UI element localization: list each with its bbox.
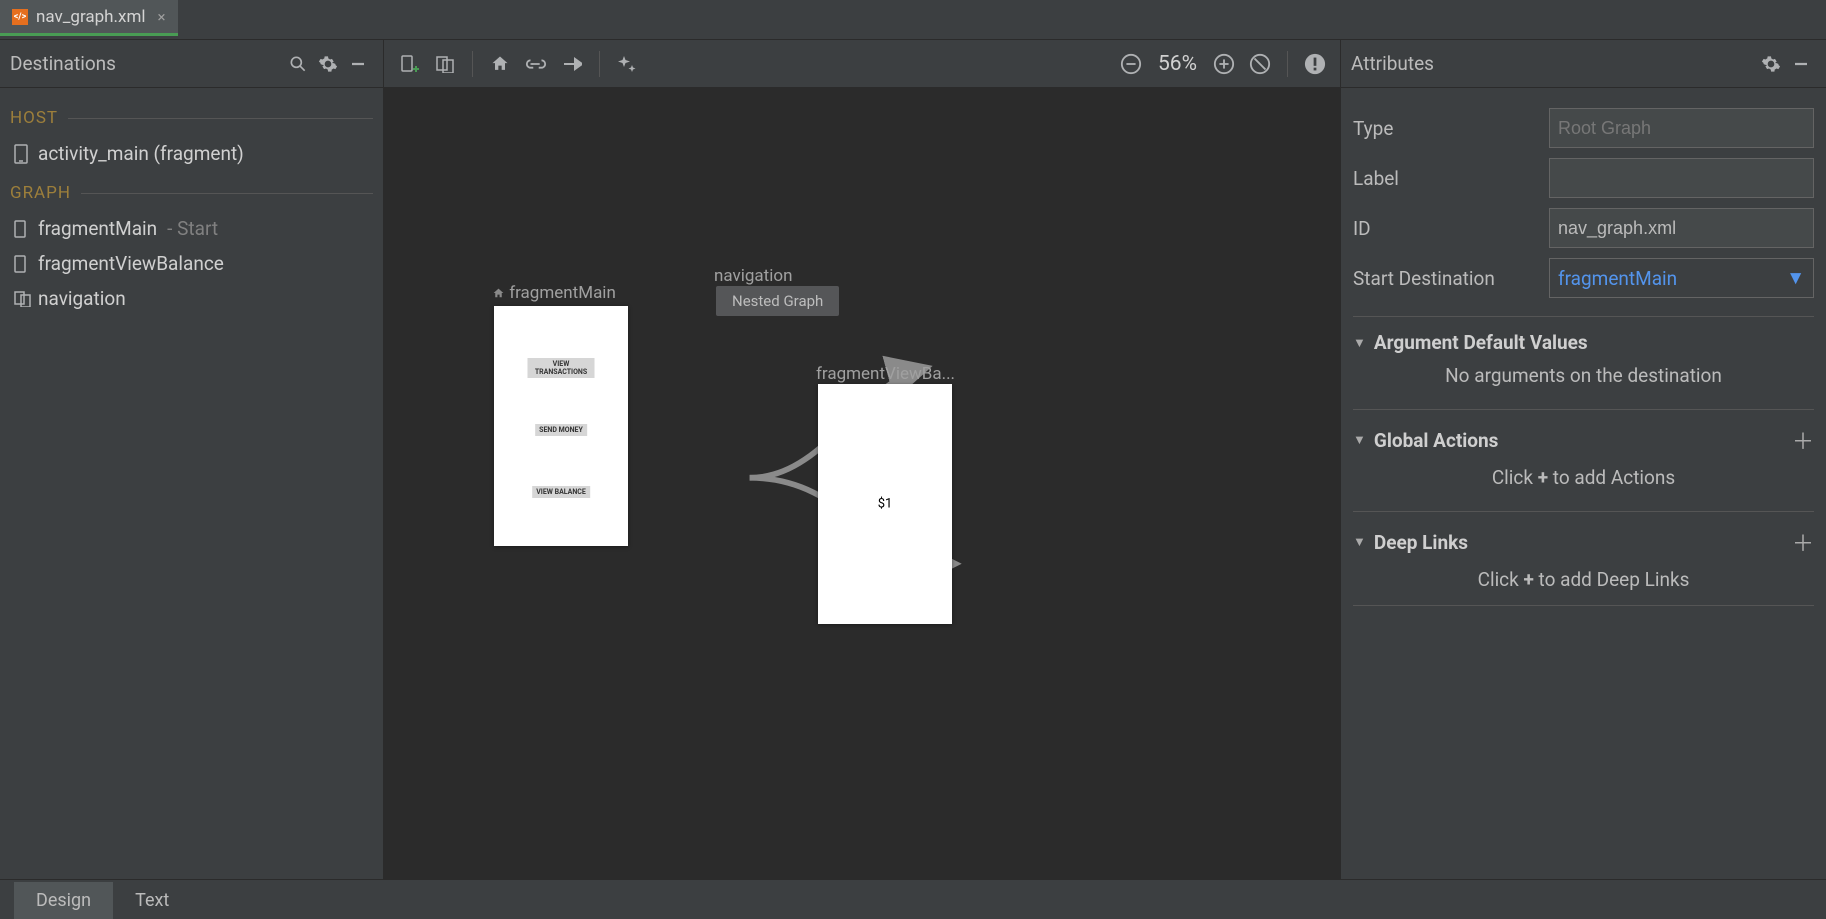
deep-links-hint: Click + to add Deep Links	[1353, 558, 1814, 606]
graph-section-label: GRAPH	[10, 183, 373, 203]
balance-value: $1	[878, 497, 893, 512]
attributes-panel: Attributes Type Label ID Start Desti	[1340, 40, 1826, 879]
toolbar-separator	[599, 51, 600, 77]
attr-id-label: ID	[1353, 217, 1539, 240]
toolbar-separator	[472, 51, 473, 77]
fragmentviewbalance-label: fragmentViewBa...	[816, 364, 955, 384]
xml-file-icon: </>	[12, 9, 28, 25]
sparkle-icon[interactable]	[612, 49, 642, 79]
fragmentmain-label: fragmentMain	[492, 283, 616, 303]
attr-label-label: Label	[1353, 167, 1539, 190]
zoom-in-icon[interactable]	[1209, 49, 1239, 79]
fragmentmain-preview[interactable]: VIEW TRANSACTIONS SEND MONEY VIEW BALANC…	[494, 306, 628, 546]
minimize-icon[interactable]	[1786, 49, 1816, 79]
argument-default-values-header[interactable]: ▼ Argument Default Values	[1353, 316, 1814, 354]
toolbar-separator	[1287, 51, 1288, 77]
nested-graph-chip[interactable]: Nested Graph	[716, 286, 839, 316]
host-item-label: activity_main (fragment)	[38, 142, 244, 165]
minimize-icon[interactable]	[343, 49, 373, 79]
gear-icon[interactable]	[313, 49, 343, 79]
attr-type-input[interactable]	[1549, 108, 1814, 148]
attr-startdest-value: fragmentMain	[1558, 267, 1677, 290]
device-icon	[14, 220, 28, 238]
global-actions-hint: Click + to add Actions	[1353, 456, 1814, 493]
link-icon[interactable]	[521, 49, 551, 79]
graph-item-name: navigation	[38, 287, 126, 310]
attributes-title: Attributes	[1351, 52, 1756, 75]
deep-links-header[interactable]: ▼ Deep Links ＋	[1353, 511, 1814, 558]
attr-startdest-label: Start Destination	[1353, 267, 1539, 290]
global-actions-header[interactable]: ▼ Global Actions ＋	[1353, 409, 1814, 456]
zoom-level: 56%	[1152, 52, 1203, 76]
mini-button-viewtransactions: VIEW TRANSACTIONS	[528, 358, 595, 378]
canvas-toolbar: 56%	[384, 40, 1340, 88]
arrow-right-icon[interactable]	[557, 49, 587, 79]
zoom-out-icon[interactable]	[1116, 49, 1146, 79]
collapse-triangle-icon: ▼	[1353, 335, 1366, 351]
chevron-down-icon: ▼	[1786, 266, 1805, 290]
new-destination-icon[interactable]	[394, 49, 424, 79]
warning-icon[interactable]	[1300, 49, 1330, 79]
search-icon[interactable]	[283, 49, 313, 79]
collapse-triangle-icon: ▼	[1353, 432, 1366, 448]
design-canvas-panel: 56%	[384, 40, 1340, 879]
navigation-label: navigation	[714, 266, 792, 286]
editor-tab-bar: </> nav_graph.xml ×	[0, 0, 1826, 40]
graph-item-fragmentviewbalance[interactable]: fragmentViewBalance	[10, 246, 373, 281]
file-tab-label: nav_graph.xml	[36, 7, 146, 27]
nested-graph-icon[interactable]	[430, 49, 460, 79]
tab-text[interactable]: Text	[113, 882, 191, 919]
fragmentviewbalance-preview[interactable]: $1	[818, 384, 952, 624]
file-tab-navgraph[interactable]: </> nav_graph.xml ×	[0, 0, 178, 36]
attr-label-input[interactable]	[1549, 158, 1814, 198]
design-canvas[interactable]: fragmentMain VIEW TRANSACTIONS SEND MONE…	[384, 88, 1340, 879]
collapse-triangle-icon: ▼	[1353, 534, 1366, 550]
graph-item-fragmentmain[interactable]: fragmentMain - Start	[10, 211, 373, 246]
home-icon[interactable]	[485, 49, 515, 79]
argument-default-values-hint: No arguments on the destination	[1353, 354, 1814, 391]
attr-id-input[interactable]	[1549, 208, 1814, 248]
host-item-activity-main[interactable]: activity_main (fragment)	[10, 136, 373, 171]
mini-button-sendmoney: SEND MONEY	[535, 424, 587, 436]
device-icon	[14, 144, 28, 164]
gear-icon[interactable]	[1756, 49, 1786, 79]
tab-design[interactable]: Design	[14, 882, 113, 919]
add-deep-link-icon[interactable]: ＋	[1792, 526, 1814, 558]
zoom-reset-icon[interactable]	[1245, 49, 1275, 79]
graph-item-suffix: - Start	[167, 217, 218, 240]
nested-graph-icon	[14, 291, 28, 307]
mini-button-viewbalance: VIEW BALANCE	[532, 486, 590, 498]
attr-type-label: Type	[1353, 117, 1539, 140]
device-icon	[14, 255, 28, 273]
host-section-label: HOST	[10, 108, 373, 128]
attr-startdest-select[interactable]: fragmentMain ▼	[1549, 258, 1814, 298]
destinations-title: Destinations	[10, 52, 283, 75]
add-global-action-icon[interactable]: ＋	[1792, 424, 1814, 456]
close-icon[interactable]: ×	[154, 8, 166, 26]
attributes-header: Attributes	[1341, 40, 1826, 88]
graph-item-name: fragmentViewBalance	[38, 252, 224, 275]
bottom-tab-bar: Design Text	[0, 879, 1826, 919]
destinations-panel: Destinations HOST activity_main (fragmen…	[0, 40, 384, 879]
graph-item-name: fragmentMain	[38, 217, 157, 240]
graph-item-navigation[interactable]: navigation	[10, 281, 373, 316]
destinations-header: Destinations	[0, 40, 383, 88]
